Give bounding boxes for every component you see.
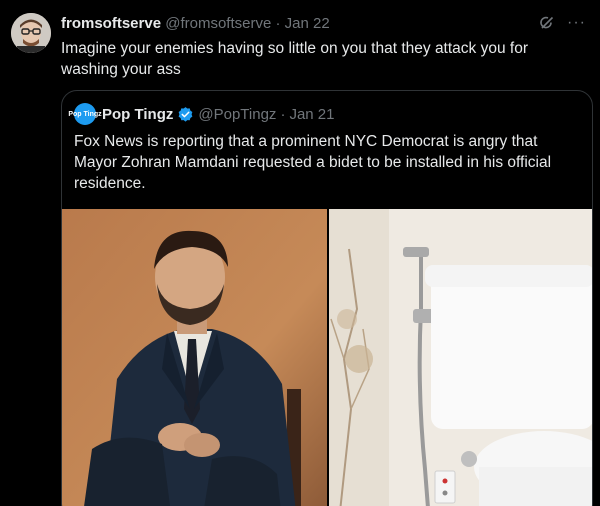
tweet[interactable]: fromsoftserve @fromsoftserve · Jan 22 ··…: [0, 0, 600, 506]
quoted-author-avatar[interactable]: Pop Tingz: [68, 103, 102, 125]
author-avatar[interactable]: [11, 13, 51, 53]
quoted-separator-dot: ·: [280, 105, 286, 123]
more-options-icon[interactable]: ···: [567, 13, 586, 33]
tweet-date[interactable]: Jan 22: [285, 15, 330, 32]
quoted-author-display-name[interactable]: Pop Tingz: [102, 106, 173, 123]
quoted-tweet[interactable]: Pop Tingz Pop Tingz @PopTingz · Jan 21 F…: [61, 90, 593, 506]
author-display-name[interactable]: fromsoftserve: [61, 15, 161, 32]
quoted-tweet-text: Fox News is reporting that a prominent N…: [74, 133, 552, 192]
quoted-tweet-header: Pop Tingz Pop Tingz @PopTingz · Jan 21: [68, 103, 334, 125]
grok-icon[interactable]: [537, 13, 557, 33]
quoted-tweet-date[interactable]: Jan 21: [289, 106, 334, 123]
author-handle[interactable]: @fromsoftserve: [165, 15, 271, 32]
tweet-header: fromsoftserve @fromsoftserve · Jan 22: [61, 14, 330, 34]
quoted-tweet-media: [62, 209, 592, 506]
verified-badge-icon: [177, 106, 194, 123]
tweet-text: Imagine your enemies having so little on…: [61, 40, 528, 78]
media-photo-bidet[interactable]: [329, 209, 592, 506]
tweet-header-actions: ···: [537, 13, 586, 33]
media-photo-man[interactable]: [62, 209, 327, 506]
separator-dot: ·: [275, 15, 281, 32]
quoted-author-handle[interactable]: @PopTingz: [198, 106, 276, 123]
